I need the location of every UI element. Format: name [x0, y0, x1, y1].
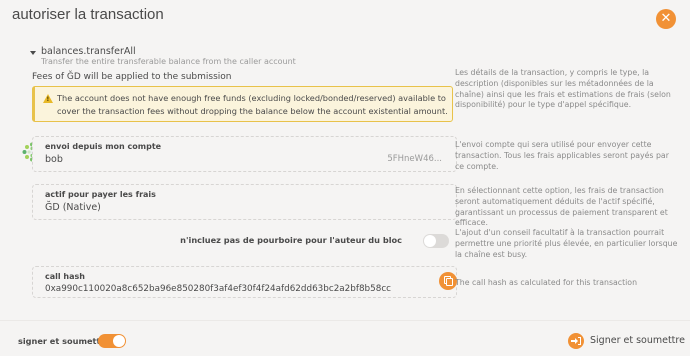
- transaction-help: Les détails de la transaction, y compris…: [455, 68, 671, 110]
- warning-text: The account does not have enough free fu…: [57, 93, 448, 116]
- fees-notice: Fees of ĞD will be applied to the submis…: [32, 72, 232, 82]
- call-hash-value: 0xa990c110020a8c652ba96e850280f3af4ef30f…: [45, 284, 392, 294]
- sender-address: 5FHneW46...: [387, 154, 442, 164]
- warning-icon: !: [43, 94, 53, 103]
- modal-body: balances.transferAll Transfer the entire…: [0, 34, 690, 320]
- toggle-knob: [424, 235, 436, 247]
- call-hash-help: The call hash as calculated for this tra…: [455, 278, 638, 287]
- sender-label: envoi depuis mon compte: [45, 142, 162, 151]
- sender-account-select[interactable]: envoi depuis mon compte bob 5FHneW46...: [32, 136, 457, 172]
- submit-label: Signer et soumettre: [590, 335, 685, 346]
- method-description: Transfer the entire transferable balance…: [41, 57, 296, 66]
- call-hash-field: call hash 0xa990c110020a8c652ba96e850280…: [32, 266, 457, 298]
- sender-help: L'envoi compte qui sera utilisé pour env…: [455, 140, 669, 171]
- method-name: balances.transferAll: [41, 46, 136, 57]
- fee-asset-select[interactable]: actif pour payer les frais ĞD (Native): [32, 184, 457, 220]
- tip-help: L'ajout d'un conseil facultatif à la tra…: [455, 228, 678, 259]
- toggle-knob: [113, 335, 125, 347]
- fees-warning: ! The account does not have enough free …: [32, 86, 453, 122]
- modal-title: autoriser la transaction: [12, 6, 164, 23]
- sign-toggle[interactable]: [98, 334, 126, 348]
- call-hash-label: call hash: [45, 272, 85, 281]
- fee-asset-value: ĞD (Native): [45, 202, 101, 213]
- sender-name: bob: [45, 154, 63, 165]
- sign-toggle-label: signer et soumettre: [18, 336, 110, 346]
- tip-toggle[interactable]: [423, 234, 449, 248]
- modal-footer: signer et soumettre Signer et soumettre: [0, 320, 690, 356]
- fee-asset-help: En sélectionnant cette option, les frais…: [455, 186, 668, 228]
- sign-in-icon: [568, 333, 584, 349]
- fee-asset-label: actif pour payer les frais: [45, 190, 156, 199]
- close-icon[interactable]: ✕: [656, 9, 676, 29]
- modal-header: autoriser la transaction ✕: [0, 0, 690, 34]
- tip-row: n'incluez pas de pourboire pour l'auteur…: [32, 234, 457, 248]
- caret-down-icon[interactable]: [30, 51, 36, 55]
- tip-label: n'incluez pas de pourboire pour l'auteur…: [180, 235, 402, 245]
